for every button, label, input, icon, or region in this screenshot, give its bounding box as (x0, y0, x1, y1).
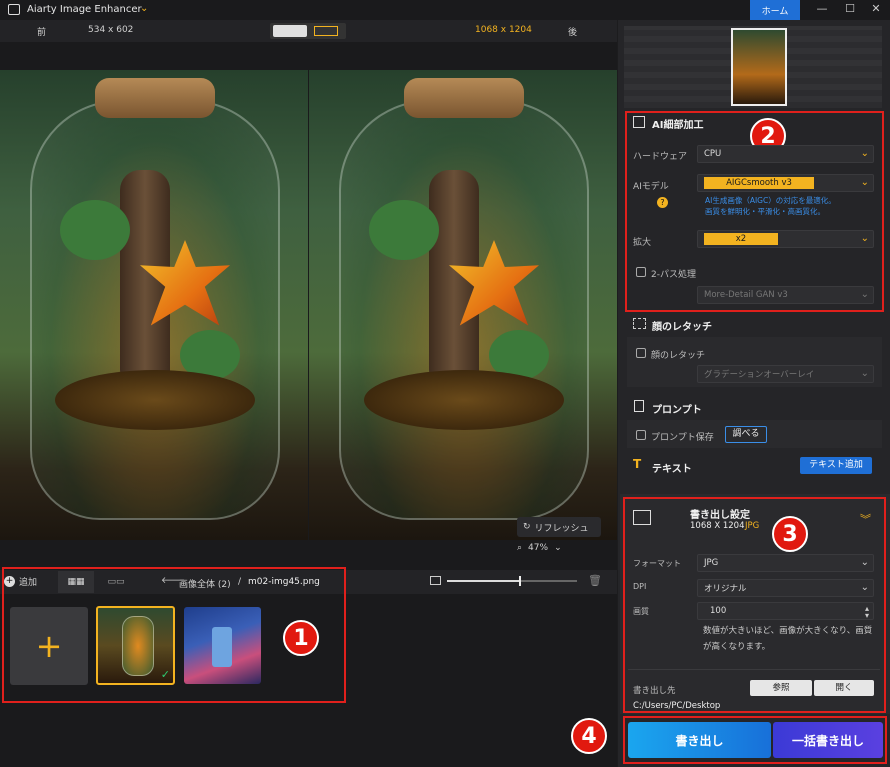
after-image[interactable] (309, 70, 617, 540)
quality-note-2: が高くなります。 (703, 642, 771, 652)
dpi-select[interactable]: オリジナル ⌄ (697, 579, 874, 597)
destination-path: C:/Users/PC/Desktop (633, 701, 721, 711)
quality-note-1: 数値が大きいほど、画像が大きくなり、画質 (703, 626, 873, 636)
divider (628, 669, 880, 670)
stepper-icon[interactable]: ▴ ▾ (865, 605, 869, 620)
quality-label: 画質 (633, 607, 649, 616)
navigator-thumbnail[interactable] (731, 28, 787, 106)
collapse-chevron-icon[interactable]: ︾ (860, 511, 871, 527)
format-value: JPG (704, 558, 719, 568)
ai-section-title: AI細部加工 (652, 120, 704, 131)
hardware-select[interactable]: CPU ⌄ (697, 145, 874, 163)
dpi-value: オリジナル (704, 584, 747, 594)
export-format-tag: JPG (745, 521, 760, 531)
text-section-title: テキスト (652, 464, 692, 475)
side-by-side-icon[interactable] (314, 26, 338, 36)
chevron-down-icon: ⌄ (860, 557, 869, 568)
badge-1: 1 (283, 620, 319, 656)
model-label: AIモデル (633, 182, 669, 192)
split-view-icon[interactable] (273, 25, 307, 37)
trash-icon[interactable]: 🗑 (588, 574, 602, 587)
after-label: 後 (568, 28, 578, 38)
refresh-label: リフレッシュ (534, 523, 589, 534)
face-checkbox[interactable] (636, 348, 646, 358)
model-description-1: AI生成画像（AIGC）の対応を最適化。 (705, 196, 836, 205)
chevron-down-icon: ⌄ (860, 368, 869, 379)
chevron-down-icon: ⌄ (860, 148, 869, 159)
model-value: AIGCsmooth v3 (704, 177, 814, 189)
thumbnail-size-slider[interactable] (447, 576, 577, 586)
scale-select[interactable]: x2 ⌄ (697, 230, 874, 248)
prompt-icon (634, 400, 644, 412)
badge-3: 3 (772, 516, 808, 552)
zoom-chevron-icon: ⌄ (554, 543, 562, 553)
twopass-checkbox[interactable] (636, 267, 646, 277)
quality-value: 100 (710, 606, 727, 616)
model-select[interactable]: AIGCsmooth v3 ⌄ (697, 174, 874, 192)
minimize-icon[interactable]: — (812, 2, 832, 18)
app-logo-icon (8, 4, 20, 15)
twopass-model-value: More-Detail GAN v3 (704, 290, 788, 300)
face-section-title: 顔のレタッチ (652, 322, 712, 333)
maximize-icon[interactable]: ☐ (840, 2, 860, 18)
view-toggle[interactable] (270, 23, 346, 39)
face-retouch-icon (633, 318, 646, 329)
open-button[interactable]: 開く (814, 680, 874, 696)
before-size: 534 x 602 (88, 25, 134, 35)
twopass-label: 2-パス処理 (651, 270, 696, 280)
export-size: 1068 X 1204 (690, 521, 745, 531)
face-checkbox-label: 顔のレタッチ (651, 351, 706, 361)
refresh-button[interactable]: ↻ リフレッシュ (517, 517, 601, 537)
export-button[interactable]: 書き出し (628, 722, 771, 758)
model-description-2: 画質を鮮明化・平滑化・高画質化。 (705, 207, 825, 216)
inspect-button[interactable]: 調べる (725, 426, 767, 443)
face-mode-select[interactable]: グラデーションオーバーレイ ⌄ (697, 365, 874, 383)
batch-export-button[interactable]: 一括書き出し (773, 722, 883, 758)
scale-value: x2 (704, 233, 778, 245)
chevron-down-icon: ⌄ (860, 177, 869, 188)
home-button[interactable]: ホーム (750, 0, 800, 20)
text-icon: T (633, 457, 642, 471)
scale-label: 拡大 (633, 238, 652, 248)
hardware-value: CPU (704, 149, 722, 159)
add-text-button[interactable]: テキスト追加 (800, 457, 872, 474)
browse-button[interactable]: 参照 (750, 680, 812, 696)
before-label: 前 (37, 28, 47, 38)
before-image[interactable] (0, 70, 308, 540)
hardware-label: ハードウェア (633, 152, 688, 162)
prompt-save-checkbox[interactable] (636, 430, 646, 440)
app-menu-chevron-icon[interactable]: ⌄ (140, 3, 148, 14)
quality-stepper[interactable]: 100 ▴ ▾ (697, 602, 874, 620)
help-icon[interactable]: ? (657, 197, 668, 208)
chevron-down-icon: ⌄ (860, 233, 869, 244)
app-title: Aiarty Image Enhancer (27, 4, 142, 15)
close-icon[interactable]: ✕ (866, 2, 886, 18)
badge-4: 4 (571, 718, 607, 754)
dpi-label: DPI (633, 582, 647, 591)
export-settings-title: 書き出し設定 (690, 510, 750, 521)
thumbnail-size-icon (430, 576, 441, 585)
prompt-save-label: プロンプト保存 (651, 433, 714, 443)
zoom-value: 47% (528, 543, 549, 553)
zoom-icon: ⌕ (517, 543, 523, 553)
after-size: 1068 x 1204 (475, 25, 532, 35)
twopass-model-select[interactable]: More-Detail GAN v3 ⌄ (697, 286, 874, 304)
face-mode-value: グラデーションオーバーレイ (704, 370, 815, 380)
destination-label: 書き出し先 (633, 686, 676, 696)
chevron-down-icon: ⌄ (860, 582, 869, 593)
ai-enhance-icon (633, 116, 645, 128)
export-settings-icon (633, 510, 651, 525)
format-label: フォーマット (633, 559, 681, 568)
zoom-control[interactable]: ⌕ 47% ⌄ (517, 539, 587, 557)
format-select[interactable]: JPG ⌄ (697, 554, 874, 572)
prompt-section-title: プロンプト (652, 405, 702, 416)
refresh-icon: ↻ (523, 522, 531, 532)
chevron-down-icon: ⌄ (860, 289, 869, 300)
